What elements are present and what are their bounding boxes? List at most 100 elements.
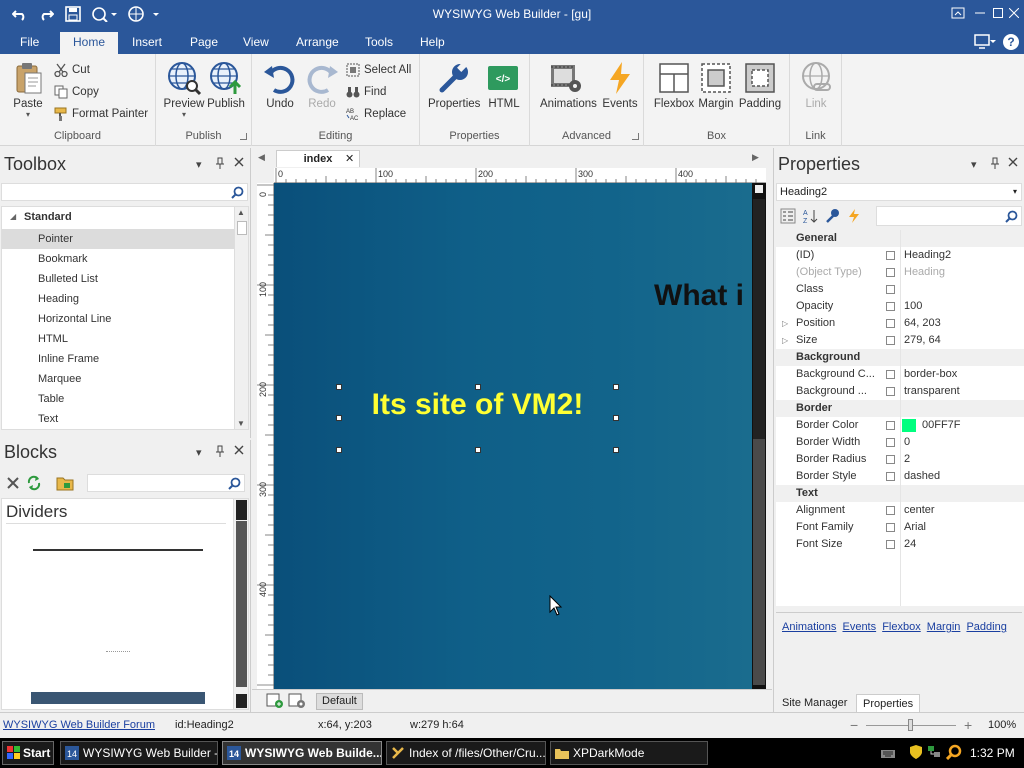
resize-handle-se[interactable] [613,447,619,453]
property-value[interactable]: 00FF7F [922,417,961,434]
tab-scroll-right-icon[interactable]: ▶ [752,152,759,163]
properties-wrench-icon[interactable] [824,208,840,224]
tab-tools[interactable]: Tools [355,32,403,54]
selected-heading[interactable]: Its site of VM2! [338,386,617,450]
property-value[interactable]: 2 [904,451,910,468]
property-value[interactable]: 64, 203 [904,315,941,332]
blocks-scrollbar[interactable] [233,499,248,709]
zoom-out-button[interactable]: − [850,717,858,733]
property-reset-checkbox[interactable] [886,370,895,379]
ribbon-toggle-icon[interactable] [948,4,968,22]
link-flexbox[interactable]: Flexbox [882,621,921,633]
design-canvas[interactable]: What i Its site of VM2! [274,183,752,689]
padding-button[interactable]: Padding [734,60,786,110]
toolbox-close-icon[interactable] [234,157,244,167]
format-painter-button[interactable]: Format Painter [54,105,148,123]
replace-button[interactable]: AB AC Replace [346,105,406,123]
toolbox-pin-icon[interactable] [215,157,225,169]
blocks-menu-icon[interactable]: ▾ [196,446,202,459]
property-reset-checkbox[interactable] [886,319,895,328]
color-swatch[interactable] [902,419,916,432]
search-icon[interactable] [231,186,244,199]
taskbar-item-wwb-2[interactable]: 14 WYSIWYG Web Builde... [222,741,382,765]
publish-launcher-icon[interactable] [240,133,247,140]
tab-page[interactable]: Page [180,32,228,54]
tab-arrange[interactable]: Arrange [286,32,349,54]
chevron-down-icon[interactable]: ▾ [1013,184,1017,200]
property-reset-checkbox[interactable] [886,455,895,464]
link-padding[interactable]: Padding [966,621,1006,633]
toolbox-category-standard[interactable]: ◢ Standard [2,207,234,227]
taskbar-item-xpdarkmode[interactable]: XPDarkMode [550,741,708,765]
properties-pin-icon[interactable] [990,157,1000,169]
tab-properties[interactable]: Properties [856,694,921,714]
paste-button[interactable]: Paste ▾ [2,60,54,119]
object-selector[interactable]: Heading2 ▾ [776,183,1022,201]
canvas-scroll-track[interactable] [753,439,765,685]
toolbox-scrollbar[interactable]: ▲ ▼ [234,207,248,429]
sort-az-icon[interactable]: AZ [802,208,818,224]
animations-button[interactable]: Animations [540,60,597,110]
resize-handle-ne[interactable] [613,384,619,390]
properties-search-input[interactable] [876,206,1022,226]
property-reset-checkbox[interactable] [886,421,895,430]
taskbar-item-wwb-1[interactable]: 14 WYSIWYG Web Builder - ... [60,741,218,765]
link-events[interactable]: Events [842,621,876,633]
find-button[interactable]: Find [346,83,386,101]
add-page-icon[interactable] [266,693,284,709]
canvas-scroll-thumb[interactable] [753,199,765,439]
events-lightning-icon[interactable] [846,208,862,224]
scroll-down-icon[interactable]: ▼ [237,419,245,428]
canvas-scrollbar[interactable] [752,183,766,689]
property-reset-checkbox[interactable] [886,472,895,481]
collapse-icon[interactable]: ◢ [10,207,16,227]
delete-block-icon[interactable] [6,476,20,490]
divider-block-line[interactable] [33,549,203,551]
toolbox-item-bookmark[interactable]: Bookmark [2,249,234,269]
close-tab-icon[interactable]: ✕ [345,151,354,167]
property-value[interactable]: center [904,502,935,519]
shield-tray-icon[interactable] [908,744,924,760]
zoom-slider-thumb[interactable] [908,719,913,731]
document-tab[interactable]: index ✕ [276,150,360,167]
toolbox-menu-icon[interactable]: ▾ [196,158,202,171]
property-reset-checkbox[interactable] [886,438,895,447]
property-value[interactable]: 24 [904,536,916,553]
toolbox-item-heading[interactable]: Heading [2,289,234,309]
scroll-up-icon[interactable]: ▲ [237,208,245,217]
property-reset-checkbox[interactable] [886,285,895,294]
property-value[interactable]: dashed [904,468,940,485]
resize-handle-nw[interactable] [336,384,342,390]
folder-icon[interactable] [56,475,74,491]
blocks-pin-icon[interactable] [215,445,225,457]
advanced-launcher-icon[interactable] [632,133,639,140]
tab-home[interactable]: Home [60,32,118,54]
properties-close-icon[interactable] [1008,157,1018,167]
toolbox-scroll-thumb[interactable] [237,221,247,235]
toolbox-item-bulleted-list[interactable]: Bulleted List [2,269,234,289]
tab-insert[interactable]: Insert [122,32,172,54]
property-value[interactable]: border-box [904,366,957,383]
property-reset-checkbox[interactable] [886,268,895,277]
forum-link[interactable]: WYSIWYG Web Builder Forum [3,719,155,731]
toolbox-item-table[interactable]: Table [2,389,234,409]
preview-dropdown-icon[interactable]: ▾ [158,110,210,119]
expand-icon[interactable]: ▷ [782,315,788,332]
search-tray-icon[interactable] [946,744,962,760]
blocks-close-icon[interactable] [234,445,244,455]
properties-button[interactable]: Properties [428,60,480,110]
page-settings-icon[interactable] [288,693,306,709]
property-reset-checkbox[interactable] [886,540,895,549]
taskbar-item-browser[interactable]: Index of /files/Other/Cru... [386,741,546,765]
blocks-search-input[interactable] [87,474,245,492]
property-reset-checkbox[interactable] [886,506,895,515]
keyboard-tray-icon[interactable] [880,746,896,760]
toolbox-item-pointer[interactable]: Pointer [2,229,234,249]
tab-scroll-left-icon[interactable]: ◀ [258,152,265,163]
categorized-icon[interactable] [780,208,796,224]
property-value[interactable]: Heading [904,264,945,281]
link-button[interactable]: Link [790,60,842,110]
help-icon[interactable]: ? [1002,33,1020,51]
link-margin[interactable]: Margin [927,621,961,633]
blocks-scroll-up[interactable] [236,500,247,520]
